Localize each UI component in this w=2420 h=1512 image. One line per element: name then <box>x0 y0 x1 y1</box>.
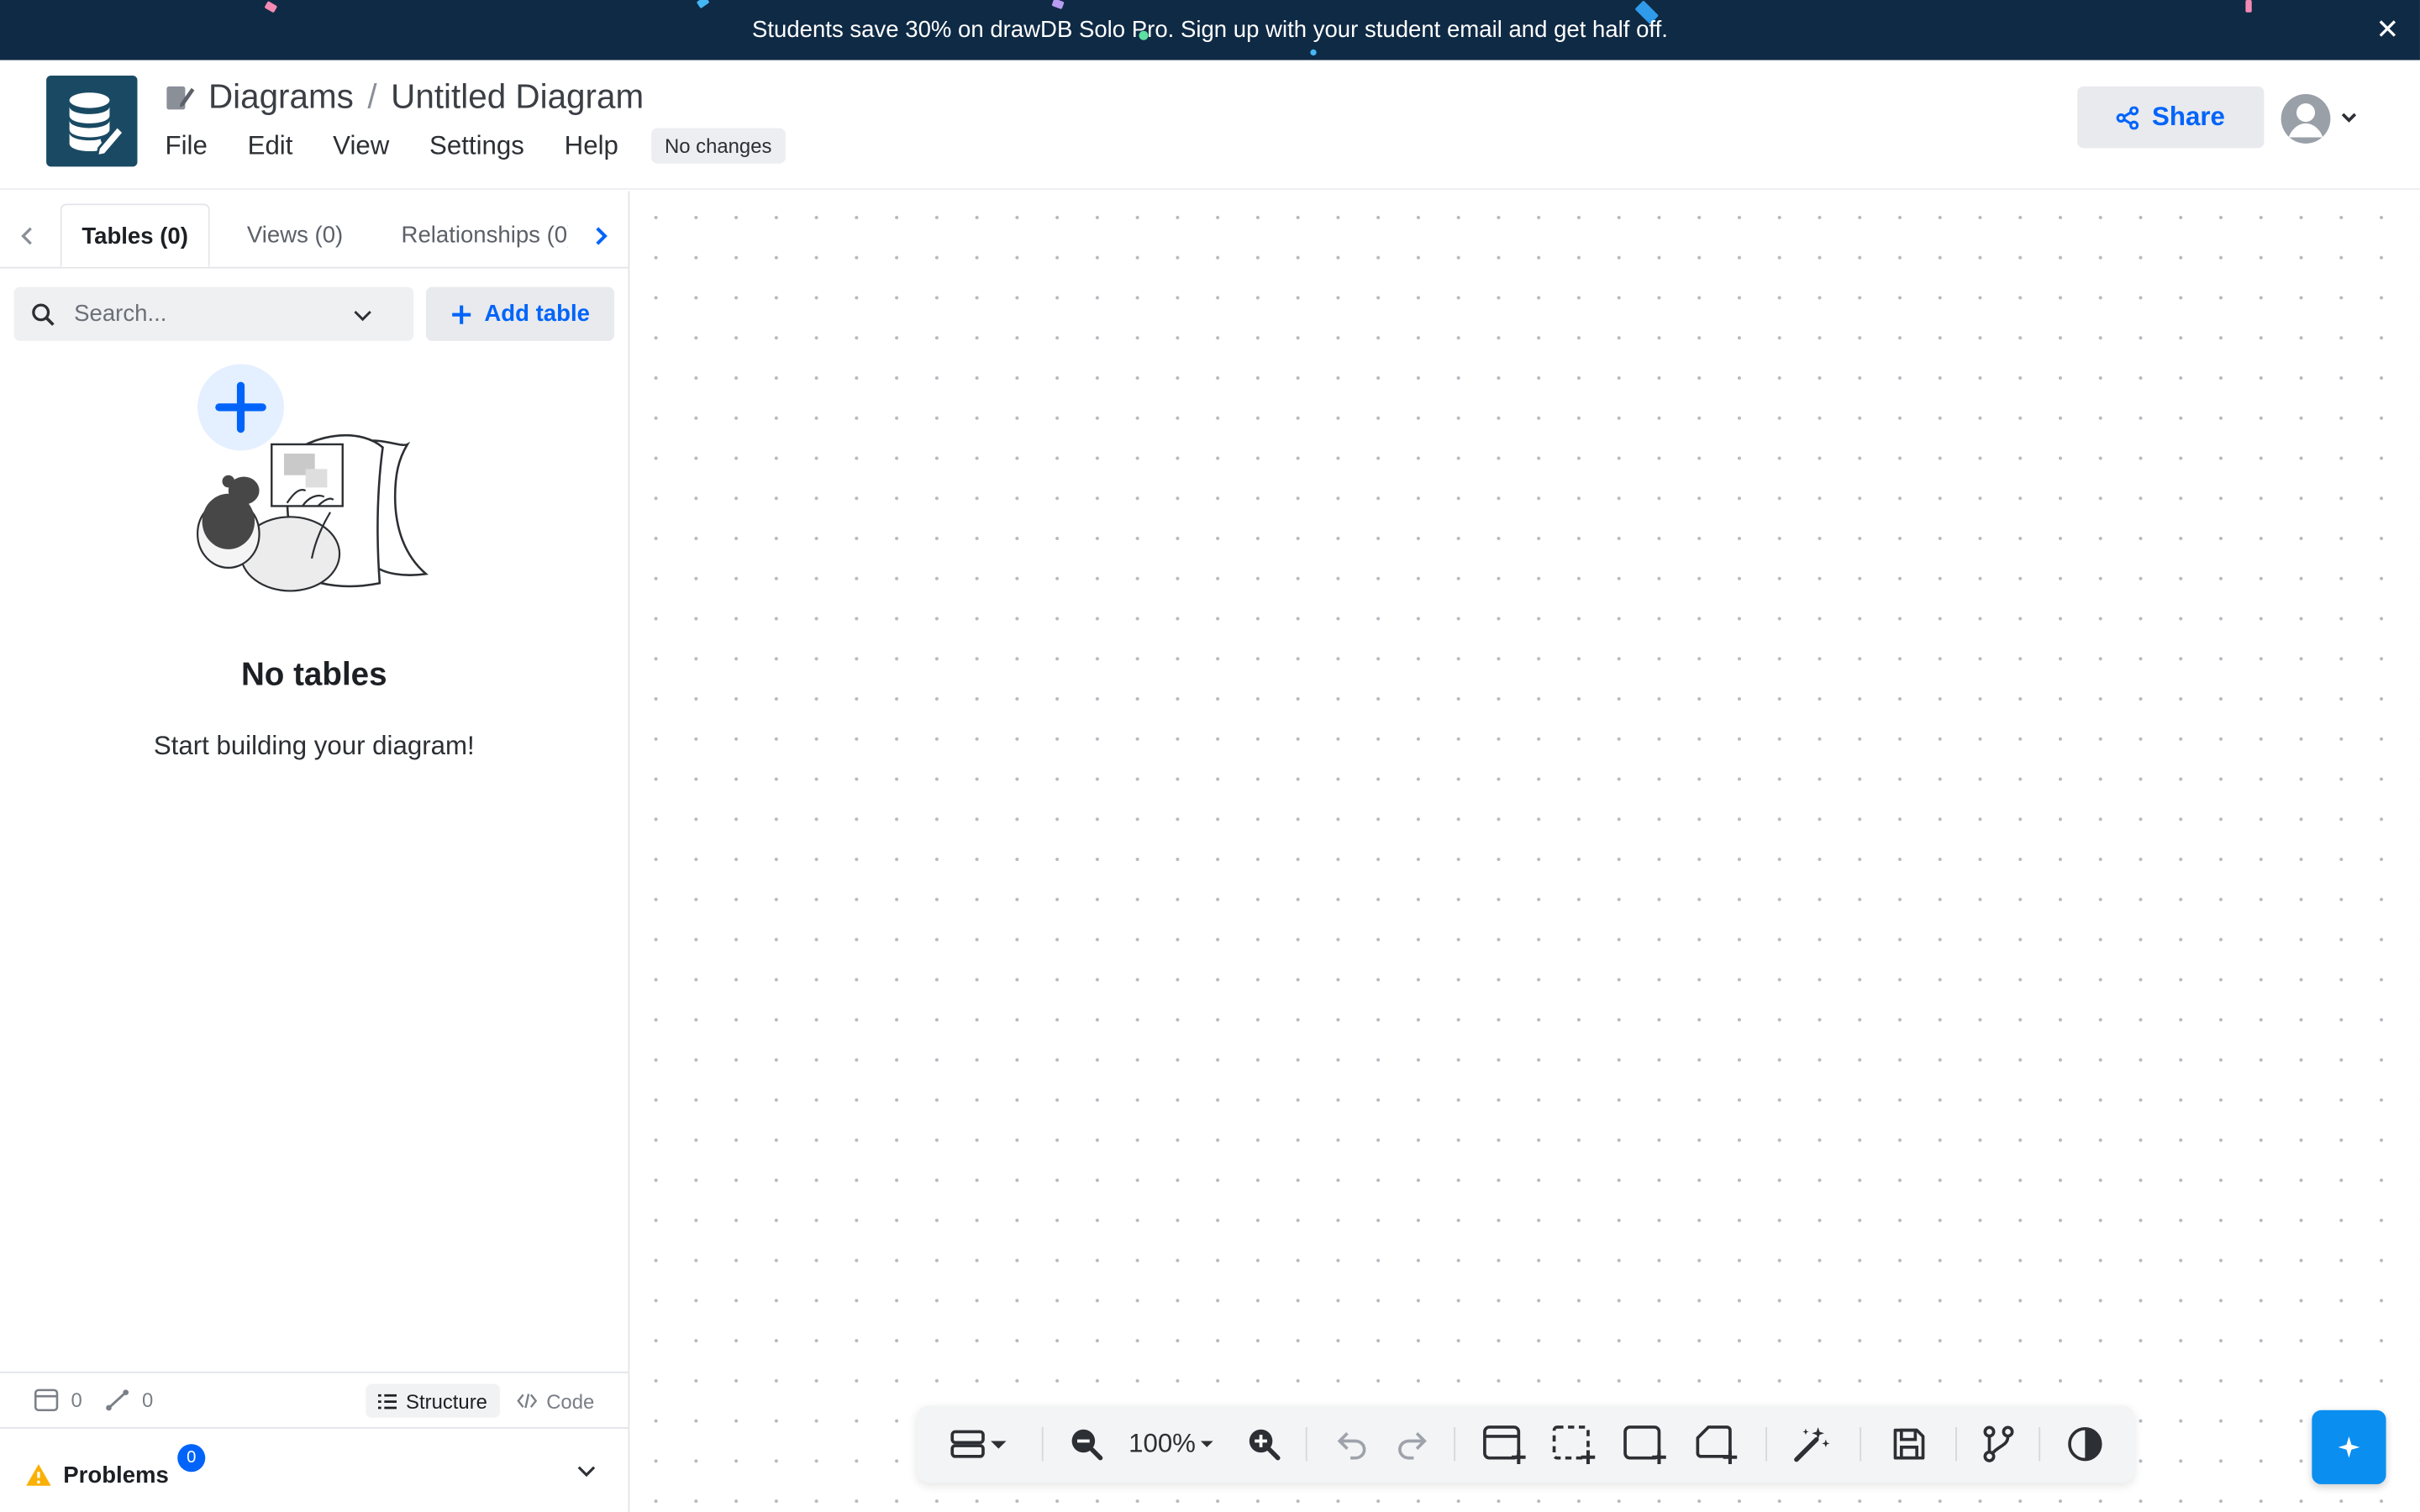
add-note-icon[interactable] <box>1622 1424 1668 1465</box>
relationship-icon <box>106 1389 129 1411</box>
confetti-piece <box>2245 0 2252 13</box>
table-count-value: 0 <box>71 1389 82 1412</box>
toolbar-divider <box>1860 1426 1862 1462</box>
toolbar-divider <box>1454 1426 1456 1462</box>
sparkle-icon[interactable] <box>2312 1410 2386 1484</box>
redo-icon[interactable] <box>1394 1424 1431 1464</box>
sidebar-status-bar: 0 0 Structure Code <box>0 1371 629 1427</box>
add-subject-area-icon[interactable] <box>1693 1424 1739 1465</box>
code-icon <box>517 1394 538 1409</box>
sidebar-tabs: Tables (0) Views (0) Relationships (0) <box>0 203 629 269</box>
add-table-label: Add table <box>484 301 590 328</box>
search-icon <box>32 302 55 326</box>
menu-edit[interactable]: Edit <box>248 130 293 161</box>
structure-view-label: Structure <box>406 1389 487 1413</box>
code-view-label: Code <box>546 1389 595 1413</box>
chevron-down-icon[interactable] <box>576 1460 597 1482</box>
sidebar: Tables (0) Views (0) Relationships (0) A… <box>0 191 630 1512</box>
share-icon <box>2117 105 2139 129</box>
toolbar-divider <box>1955 1426 1957 1462</box>
caret-down-icon <box>1200 1441 1213 1447</box>
zoom-in-icon[interactable] <box>1245 1424 1282 1464</box>
close-icon[interactable]: ✕ <box>2374 15 2402 43</box>
tab-tables[interactable]: Tables (0) <box>60 203 210 267</box>
user-avatar-icon[interactable] <box>2281 94 2331 144</box>
problems-panel[interactable]: Problems 0 <box>0 1426 629 1512</box>
menu-bar: File Edit View Settings Help No changes <box>166 128 786 164</box>
breadcrumb-separator: / <box>367 76 377 116</box>
add-area-icon[interactable] <box>1551 1424 1597 1465</box>
chevron-down-icon[interactable] <box>2339 108 2358 127</box>
diagram-title[interactable]: Untitled Diagram <box>391 77 644 118</box>
add-table-button[interactable]: Add table <box>425 286 615 341</box>
table-count: 0 <box>34 1389 82 1412</box>
diagram-canvas[interactable] <box>631 191 2420 1512</box>
confetti-piece <box>1310 49 1317 56</box>
toolbar-divider <box>1041 1426 1044 1462</box>
search-input[interactable] <box>74 301 337 328</box>
layout-menu-icon[interactable] <box>948 1424 1013 1464</box>
relationship-count: 0 <box>105 1389 153 1412</box>
empty-state-illustration <box>196 364 429 592</box>
plus-icon <box>451 304 471 323</box>
database-edit-icon[interactable] <box>46 75 138 167</box>
code-view-button[interactable]: Code <box>505 1384 607 1418</box>
share-button[interactable]: Share <box>2077 86 2265 149</box>
confetti-piece <box>1051 0 1065 10</box>
list-icon <box>377 1393 397 1409</box>
chevron-left-icon[interactable] <box>14 222 42 249</box>
undo-icon[interactable] <box>1334 1424 1370 1464</box>
problems-count-badge: 0 <box>177 1444 206 1473</box>
share-label: Share <box>2152 102 2225 132</box>
promo-banner: Students save 30% on drawDB Solo Pro. Si… <box>0 0 2420 60</box>
menu-file[interactable]: File <box>166 130 208 161</box>
chevron-right-icon[interactable] <box>587 222 614 249</box>
confetti-piece <box>696 0 710 9</box>
save-icon[interactable] <box>1889 1424 1929 1464</box>
toolbar-divider <box>1765 1426 1768 1462</box>
structure-view-button[interactable]: Structure <box>366 1383 500 1418</box>
table-search[interactable] <box>13 286 414 341</box>
zoom-value: 100% <box>1128 1428 1196 1458</box>
app-header: Diagrams / Untitled Diagram File Edit Vi… <box>0 60 2420 190</box>
relationship-count-value: 0 <box>141 1389 154 1412</box>
confetti-piece <box>264 1 278 13</box>
document-edit-icon <box>166 86 195 110</box>
toolbar-divider <box>2039 1426 2041 1462</box>
theme-toggle-icon[interactable] <box>2066 1424 2103 1464</box>
save-status-badge: No changes <box>650 128 786 164</box>
empty-state-subtitle: Start building your diagram! <box>153 731 475 761</box>
empty-state-title: No tables <box>240 657 387 693</box>
menu-view[interactable]: View <box>333 130 389 161</box>
zoom-out-icon[interactable] <box>1068 1424 1105 1464</box>
banner-text: Students save 30% on drawDB Solo Pro. Si… <box>751 17 1668 44</box>
tab-views[interactable]: Views (0) <box>247 203 343 266</box>
problems-label: Problems <box>63 1462 169 1489</box>
chevron-down-icon[interactable] <box>352 303 374 325</box>
tab-relationships[interactable]: Relationships (0) <box>402 203 568 266</box>
breadcrumb: Diagrams / Untitled Diagram <box>164 76 644 118</box>
menu-help[interactable]: Help <box>565 130 618 161</box>
auto-arrange-icon[interactable] <box>1791 1424 1832 1464</box>
menu-settings[interactable]: Settings <box>429 130 524 161</box>
canvas-toolbar: 100% <box>916 1405 2135 1483</box>
toolbar-divider <box>1305 1426 1307 1462</box>
zoom-select[interactable]: 100% <box>1123 1424 1219 1464</box>
add-table-icon[interactable] <box>1481 1424 1528 1465</box>
warning-icon <box>26 1464 51 1486</box>
version-branch-icon[interactable] <box>1980 1424 2017 1464</box>
table-icon <box>34 1389 59 1412</box>
breadcrumb-root[interactable]: Diagrams <box>208 77 354 118</box>
